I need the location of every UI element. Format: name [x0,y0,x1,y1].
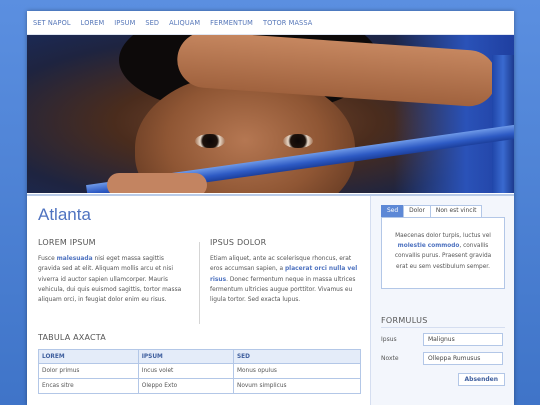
noxte-field[interactable]: Olleppa Rumusus [423,352,503,365]
content-area: Atlanta LOREM IPSUM Fusce malesuada nisi… [27,194,514,405]
tab-dolor[interactable]: Dolor [403,205,431,217]
inline-link[interactable]: malesuada [57,256,93,262]
nav-item-lorem[interactable]: LOREM [81,19,105,27]
table-row: Encas sitre Oleppo Exto Novum simplicus [38,378,362,394]
table-header-row: LOREM IPSUM SED [38,349,362,364]
inline-link[interactable]: molestie commodo [398,243,460,249]
table-cell: Incus volet [137,363,234,379]
tab-non-est-vincit[interactable]: Non est vincit [429,205,483,217]
table-cell: Monus opulus [232,363,362,379]
nav-item-set-napol[interactable]: SET NAPOL [33,19,71,27]
nav-item-fermentum[interactable]: FERMENTUM [210,19,253,27]
column-header: LOREM [38,349,139,364]
section-text: Fusce malesuada nisi eget massa sagittis… [38,256,182,304]
section-text: Etiam aliquet, ante ac scelerisque rhonc… [210,256,358,304]
nav-item-aliquam[interactable]: ALIQUAM [169,19,200,27]
tab-panel: Maecenas dolor turpis, luctus vel molest… [381,217,505,289]
form-row: Noxte Olleppa Rumusus [381,352,505,365]
table-row: Dolor primus Incus volet Monus opulus [38,363,362,379]
table-heading: TABULA AXACTA [38,333,106,342]
table-cell: Encas sitre [38,378,139,394]
top-nav: SET NAPOL LOREM IPSUM SED ALIQUAM FERMEN… [27,11,514,35]
nav-item-totor-massa[interactable]: TOTOR MASSA [263,19,312,27]
submit-button[interactable]: Absenden [457,373,505,386]
section-heading: IPSUS DOLOR [210,238,267,247]
nav-item-sed[interactable]: SED [145,19,159,27]
section-ipsus-dolor: IPSUS DOLOR Etiam aliquet, ante ac scele… [210,238,360,305]
tab-sed[interactable]: Sed [381,205,405,217]
sidebar: Sed Dolor Non est vincit Maecenas dolor … [381,205,505,289]
page-container: SET NAPOL LOREM IPSUM SED ALIQUAM FERMEN… [27,11,514,405]
main-column: Atlanta LOREM IPSUM Fusce malesuada nisi… [27,196,371,405]
ipsus-field[interactable]: Malignus [423,333,503,346]
section-heading: LOREM IPSUM [38,238,96,247]
table-section: TABULA AXACTA LOREM IPSUM SED Dolor prim… [38,333,362,394]
table-cell: Oleppo Exto [137,378,234,394]
data-table: LOREM IPSUM SED Dolor primus Incus volet… [38,349,362,394]
field-label-ipsus: Ipsus [381,336,397,343]
hero-image [27,35,514,193]
sidebar-tabs: Sed Dolor Non est vincit [381,205,505,217]
page-title: Atlanta [38,205,91,224]
table-cell: Novum simplicus [232,378,362,394]
table-cell: Dolor primus [38,363,139,379]
column-divider [199,242,200,324]
column-header: IPSUM [137,349,234,364]
nav-item-ipsum[interactable]: IPSUM [114,19,135,27]
form-heading: FORMULUS [381,316,505,328]
form-section: FORMULUS Ipsus Malignus Noxte Olleppa Ru… [381,316,505,386]
column-header: SED [232,349,362,364]
form-row: Ipsus Malignus [381,333,505,346]
section-lorem-ipsum: LOREM IPSUM Fusce malesuada nisi eget ma… [38,238,188,305]
field-label-noxte: Noxte [381,355,399,362]
